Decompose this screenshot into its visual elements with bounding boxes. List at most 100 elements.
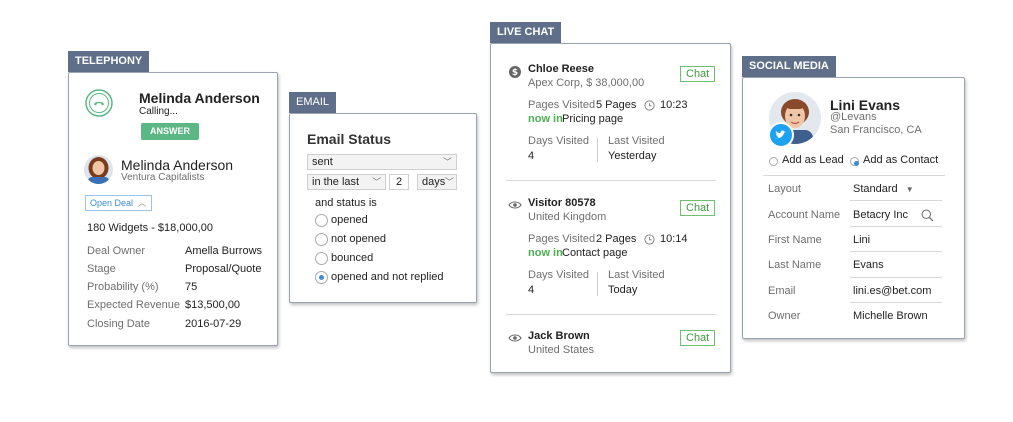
email-tab[interactable]: EMAIL — [289, 92, 337, 113]
chat-button[interactable]: Chat — [680, 200, 716, 216]
days-visited-value: 4 — [528, 150, 535, 162]
field-divider — [850, 226, 942, 227]
chat-button[interactable]: Chat — [680, 66, 716, 82]
last-visited-value: Yesterday — [608, 150, 657, 162]
contact-name[interactable]: Melinda Anderson — [121, 157, 233, 173]
and-status-label: and status is — [315, 197, 377, 209]
caller-name: Melinda Anderson — [139, 90, 260, 106]
range-number-value: 2 — [395, 176, 403, 188]
dollar-icon: $ — [509, 66, 521, 81]
add-as-contact-label: Add as Contact — [863, 154, 939, 166]
answer-button[interactable]: ANSWER — [141, 123, 199, 140]
unit-select-value: days — [422, 176, 446, 188]
section-divider — [506, 180, 716, 181]
chevron-up-icon: ︿ — [137, 198, 147, 208]
eye-icon — [508, 200, 522, 213]
field-divider — [850, 251, 942, 252]
email-input[interactable]: lini.es@bet.com — [853, 285, 931, 297]
visit-time: 10:14 — [660, 233, 688, 245]
deal-summary: 180 Widgets - $18,000,00 — [87, 222, 213, 234]
chevron-down-icon: ﹀ — [371, 177, 381, 187]
layout-select[interactable]: Standard ▼ — [853, 183, 914, 195]
deal-field-label: Deal Owner — [87, 245, 146, 257]
section-divider — [763, 175, 945, 176]
calling-status: Calling... — [139, 106, 178, 117]
social-media-panel: Lini Evans @Levans San Francisco, CA Add… — [742, 77, 965, 339]
add-as-lead-label: Add as Lead — [782, 154, 844, 166]
live-chat-tab[interactable]: LIVE CHAT — [490, 22, 562, 43]
field-label: Last Name — [768, 259, 822, 271]
option-label: bounced — [331, 252, 374, 264]
open-deal-label: Open Deal — [90, 198, 134, 208]
divider — [597, 272, 598, 296]
deal-field-label: Expected Revenue — [87, 299, 180, 311]
eye-icon — [508, 333, 522, 346]
field-label: First Name — [768, 234, 822, 246]
radio-bounced[interactable] — [315, 252, 328, 265]
svg-text:$: $ — [512, 68, 518, 78]
days-visited-label: Days Visited — [528, 135, 589, 147]
now-in-label: now in — [528, 113, 563, 125]
range-number-input[interactable]: 2 — [389, 174, 409, 190]
layout-select-value: Standard — [853, 183, 898, 195]
radio-add-as-lead[interactable] — [769, 157, 778, 166]
live-chat-panel: $ Chloe Reese Apex Corp, $ 38,000,00 Cha… — [490, 43, 731, 373]
open-deal-dropdown[interactable]: Open Deal ︿ — [85, 195, 152, 211]
chat-button[interactable]: Chat — [680, 330, 716, 346]
telephony-tab[interactable]: TELEPHONY — [68, 51, 150, 72]
pages-visited-label: Pages Visited — [528, 233, 596, 245]
pages-visited-value: 5 Pages — [596, 99, 637, 111]
last-visited-label: Last Visited — [608, 269, 665, 281]
profile-handle: @Levans — [830, 111, 877, 123]
email-status-title: Email Status — [307, 131, 392, 147]
owner-input[interactable]: Michelle Brown — [853, 310, 928, 322]
deal-field-label: Stage — [87, 263, 116, 275]
search-icon[interactable] — [921, 209, 934, 225]
visitor-subtitle: United Kingdom — [528, 211, 607, 223]
phone-icon[interactable] — [85, 89, 113, 117]
field-label: Email — [768, 285, 796, 297]
last-visited-value: Today — [608, 284, 638, 296]
visitor-name: Visitor 80578 — [528, 197, 596, 209]
telephony-panel: Melinda Anderson Calling... ANSWER Melin… — [68, 72, 278, 346]
deal-field-label: Probability (%) — [87, 281, 159, 293]
pages-visited-label: Pages Visited — [528, 99, 596, 111]
field-label: Layout — [768, 183, 802, 195]
visit-time: 10:23 — [660, 99, 688, 111]
radio-add-as-contact[interactable] — [850, 157, 859, 166]
status-select-value: sent — [312, 156, 333, 168]
profile-location: San Francisco, CA — [830, 124, 922, 136]
email-panel: Email Status sent ﹀ in the last ﹀ 2 days… — [289, 113, 477, 303]
option-label: opened — [331, 214, 368, 226]
visitor-subtitle: United States — [528, 344, 595, 356]
unit-select[interactable]: days ﹀ — [417, 174, 457, 190]
field-divider — [850, 200, 942, 201]
deal-field-value: 2016-07-29 — [185, 318, 242, 330]
radio-opened[interactable] — [315, 214, 328, 227]
account-name-input[interactable]: Betacry Inc — [853, 209, 908, 221]
range-select-value: in the last — [312, 176, 360, 188]
clock-icon — [644, 234, 655, 248]
avatar — [84, 155, 113, 184]
radio-opened-not-replied[interactable] — [315, 271, 328, 284]
social-media-tab[interactable]: SOCIAL MEDIA — [742, 56, 836, 77]
field-label: Owner — [768, 310, 801, 322]
range-select[interactable]: in the last ﹀ — [307, 174, 386, 190]
first-name-input[interactable]: Lini — [853, 234, 870, 246]
chevron-down-icon: ﹀ — [442, 157, 452, 167]
deal-field-label: Closing Date — [87, 318, 150, 330]
visitor-subtitle: Apex Corp, $ 38,000,00 — [528, 77, 645, 89]
last-name-input[interactable]: Evans — [853, 259, 884, 271]
now-in-page: Contact page — [562, 247, 628, 259]
last-visited-label: Last Visited — [608, 135, 665, 147]
deal-field-value: Amella Burrows — [185, 245, 263, 257]
visitor-name: Chloe Reese — [528, 63, 595, 75]
radio-not-opened[interactable] — [315, 233, 328, 246]
days-visited-label: Days Visited — [528, 269, 589, 281]
option-label: not opened — [331, 233, 387, 245]
clock-icon — [644, 100, 655, 114]
status-select[interactable]: sent ﹀ — [307, 154, 457, 170]
chevron-down-icon: ﹀ — [444, 177, 454, 187]
twitter-icon[interactable] — [768, 122, 794, 148]
deal-field-value: Proposal/Quote — [185, 263, 262, 275]
